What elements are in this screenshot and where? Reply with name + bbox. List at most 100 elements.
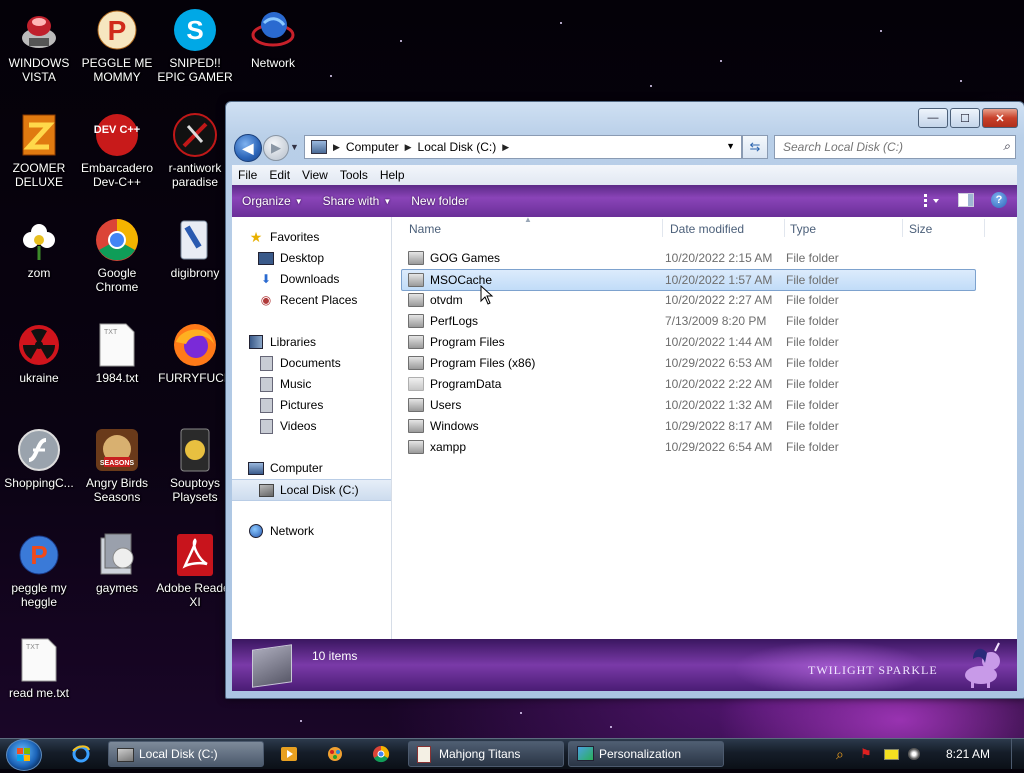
column-divider[interactable] (662, 219, 663, 237)
nav-label: Documents (280, 356, 341, 370)
address-bar[interactable]: ▶ Computer ▶ Local Disk (C:) ▶ ▼ (304, 135, 742, 159)
column-divider[interactable] (984, 219, 985, 237)
star (610, 726, 612, 728)
minimize-button[interactable]: — (918, 108, 948, 128)
nav-libraries[interactable]: Libraries (248, 332, 407, 352)
desktop-icon-zom[interactable]: zom (0, 216, 78, 280)
file-type: File folder (786, 293, 839, 307)
file-row[interactable]: Windows 10/29/2022 8:17 AM File folder (402, 416, 975, 436)
taskbar-button-local-disk[interactable]: Local Disk (C:) (108, 741, 264, 767)
star (650, 85, 652, 87)
file-row[interactable]: GOG Games 10/20/2022 2:15 AM File folder (402, 248, 975, 268)
desktop-icon-souptoys[interactable]: Souptoys Playsets (156, 426, 234, 504)
desktop-icon-furryfuck[interactable]: FURRYFUCK (156, 321, 234, 385)
file-row[interactable]: Users 10/20/2022 1:32 AM File folder (402, 395, 975, 415)
close-button[interactable]: ✕ (982, 108, 1018, 128)
back-button[interactable]: ◀ (234, 134, 262, 162)
paint-icon[interactable] (326, 745, 344, 763)
desktop-icon-1984[interactable]: TXT 1984.txt (78, 321, 156, 385)
desktop-icon-read-me[interactable]: TXT read me.txt (0, 636, 78, 700)
nav-local-disk[interactable]: Local Disk (C:) (232, 479, 391, 501)
column-divider[interactable] (902, 219, 903, 237)
preview-pane-button[interactable] (957, 191, 975, 209)
file-row[interactable]: ProgramData 10/20/2022 2:22 AM File fold… (402, 374, 975, 394)
nav-label: Local Disk (C:) (280, 483, 359, 497)
flag-icon[interactable]: ⚑ (860, 746, 876, 762)
menu-view[interactable]: View (296, 168, 334, 182)
breadcrumb-computer[interactable]: Computer (346, 140, 399, 154)
menu-help[interactable]: Help (374, 168, 411, 182)
column-divider[interactable] (784, 219, 785, 237)
nav-network[interactable]: Network (248, 521, 407, 541)
hard-drive-icon (258, 482, 274, 498)
desktop-icon-peggle-my-heggle[interactable]: P peggle my heggle (0, 531, 78, 609)
desktop-icon-angry-birds[interactable]: SEASONS Angry Birds Seasons (78, 426, 156, 504)
taskbar-button-label: Mahjong Titans (439, 747, 521, 761)
desktop-icon-google-chrome[interactable]: Google Chrome (78, 216, 156, 294)
desktop-icon-adobe-reader[interactable]: Adobe Reader XI (156, 531, 234, 609)
show-desktop-button[interactable] (1011, 739, 1024, 769)
folder-icon (408, 439, 424, 454)
file-type: File folder (786, 356, 839, 370)
search-tray-icon[interactable]: ⌕ (836, 746, 852, 762)
forward-button[interactable]: ▶ (263, 135, 289, 161)
libraries-icon (248, 334, 264, 350)
address-row: ◀ ▶ ▼ ▶ Computer ▶ Local Disk (C:) ▶ ▼ ⇆… (234, 133, 1016, 162)
desktop-icon-network[interactable]: Network (234, 6, 312, 70)
column-type[interactable]: Type (790, 222, 816, 236)
desktop-icon-gaymes[interactable]: gaymes (78, 531, 156, 595)
nav-favorites[interactable]: ★ Favorites (248, 227, 407, 247)
chevron-right-icon[interactable]: ▶ (333, 142, 340, 153)
maximize-button[interactable]: ☐ (950, 108, 980, 128)
column-name[interactable]: Name (409, 222, 441, 236)
battery-icon[interactable] (884, 746, 900, 762)
peggle-icon: P (93, 6, 141, 54)
desktop-icon-shopping[interactable]: ShoppingC... (0, 426, 78, 490)
recent-pages-dropdown[interactable]: ▼ (290, 142, 299, 152)
share-with-button[interactable]: Share with ▼ (313, 194, 402, 208)
desktop-icon-ukraine[interactable]: ukraine (0, 321, 78, 385)
file-row[interactable]: xampp 10/29/2022 6:54 AM File folder (402, 437, 975, 457)
folder-icon (408, 397, 424, 412)
taskbar-button-mahjong[interactable]: Mahjong Titans (408, 741, 564, 767)
desktop-icon-peggle-me-mommy[interactable]: P PEGGLE ME MOMMY (78, 6, 156, 84)
start-button[interactable] (6, 739, 42, 771)
search-box[interactable]: ⌕ (774, 135, 1016, 159)
search-icon[interactable]: ⌕ (1003, 139, 1010, 154)
desktop-icon-sniped[interactable]: S SNIPED!! EPIC GAMER 360... (156, 6, 234, 86)
chevron-right-icon[interactable]: ▶ (405, 142, 412, 153)
media-player-icon[interactable] (280, 745, 298, 763)
desktop-icon-dev-cpp[interactable]: DEV C++ Embarcadero Dev-C++ (78, 111, 156, 189)
menu-file[interactable]: File (232, 168, 263, 182)
pictures-icon (258, 397, 274, 413)
chrome-icon[interactable] (372, 745, 390, 763)
column-date-modified[interactable]: Date modified (670, 222, 744, 236)
refresh-button[interactable]: ⇆ (742, 135, 768, 159)
chevron-right-icon[interactable]: ▶ (502, 142, 509, 153)
file-row[interactable]: Program Files (x86) 10/29/2022 6:53 AM F… (402, 353, 975, 373)
desktop-icon-windows-vista[interactable]: WINDOWS VISTA (0, 6, 78, 84)
desktop-icon-zoomer-deluxe[interactable]: ZOOMER DELUXE (0, 111, 78, 189)
search-input[interactable] (781, 139, 995, 155)
desktop-icon-digibrony[interactable]: digibrony (156, 216, 234, 280)
help-button[interactable]: ? (991, 192, 1007, 208)
change-view-button[interactable] (923, 191, 941, 209)
desktop-icon-label: Network (250, 56, 295, 70)
file-row[interactable]: Program Files 10/20/2022 1:44 AM File fo… (402, 332, 975, 352)
address-dropdown-icon[interactable]: ▼ (726, 141, 735, 151)
new-folder-button[interactable]: New folder (401, 194, 478, 208)
breadcrumb-local-disk[interactable]: Local Disk (C:) (418, 140, 497, 154)
desktop-icon-r-antiwork[interactable]: r-antiwork paradise (156, 111, 234, 189)
nav-computer[interactable]: Computer (248, 458, 407, 478)
taskbar-button-personalization[interactable]: Personalization (568, 741, 724, 767)
volume-icon[interactable] (908, 746, 924, 762)
clock[interactable]: 8:21 AM (946, 747, 990, 761)
file-row[interactable]: PerfLogs 7/13/2009 8:20 PM File folder (402, 311, 975, 331)
organize-button[interactable]: Organize ▼ (232, 194, 313, 208)
souptoys-icon (171, 426, 219, 474)
menu-tools[interactable]: Tools (334, 168, 374, 182)
column-size[interactable]: Size (909, 222, 932, 236)
internet-explorer-icon[interactable] (72, 745, 90, 763)
folder-icon (408, 292, 424, 307)
menu-edit[interactable]: Edit (263, 168, 296, 182)
